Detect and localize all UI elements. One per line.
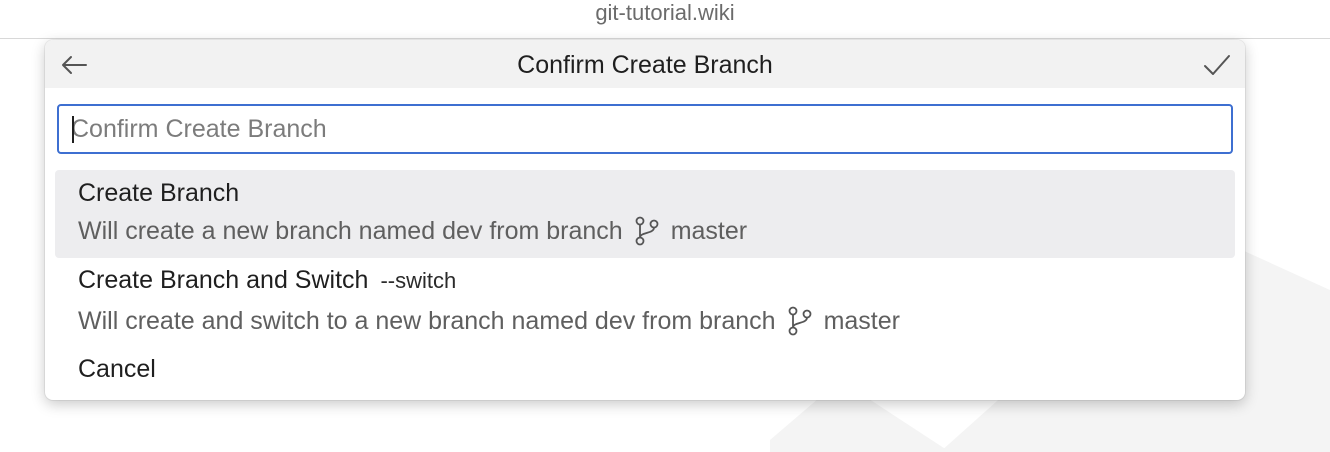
list-item-create-branch-and-switch[interactable]: Create Branch and Switch --switch Will cr…: [55, 260, 1235, 350]
quick-pick-title: Confirm Create Branch: [517, 51, 773, 79]
item-label-row: Create Branch and Switch --switch: [78, 266, 456, 295]
quick-pick-input[interactable]: [59, 106, 1231, 152]
ok-button[interactable]: [1201, 50, 1233, 80]
git-branch-icon: [788, 306, 811, 336]
quick-pick-panel: Confirm Create Branch Create Branch Will…: [45, 40, 1245, 400]
item-label: Create Branch: [78, 179, 240, 207]
item-label: Cancel: [78, 355, 156, 383]
quick-pick-input-box: [57, 104, 1233, 154]
list-item-cancel[interactable]: Cancel: [55, 350, 1235, 394]
item-branch-name: master: [823, 306, 900, 335]
item-description-text: Will create and switch to a new branch n…: [78, 306, 776, 335]
back-button[interactable]: [59, 52, 89, 78]
check-icon: [1204, 55, 1230, 75]
text-caret: [72, 116, 74, 143]
item-flag: --switch: [380, 268, 457, 293]
item-branch-name: master: [670, 216, 748, 245]
arrow-left-icon: [62, 56, 87, 74]
quick-pick-header: Confirm Create Branch: [45, 40, 1245, 88]
list-item-create-branch[interactable]: Create Branch Will create a new branch n…: [55, 170, 1235, 258]
item-description: Will create a new branch named dev from …: [78, 214, 747, 248]
git-branch-icon: [635, 216, 659, 246]
item-label: Create Branch and Switch: [78, 266, 369, 294]
item-description: Will create and switch to a new branch n…: [78, 304, 900, 338]
item-description-text: Will create a new branch named dev from …: [78, 216, 623, 245]
